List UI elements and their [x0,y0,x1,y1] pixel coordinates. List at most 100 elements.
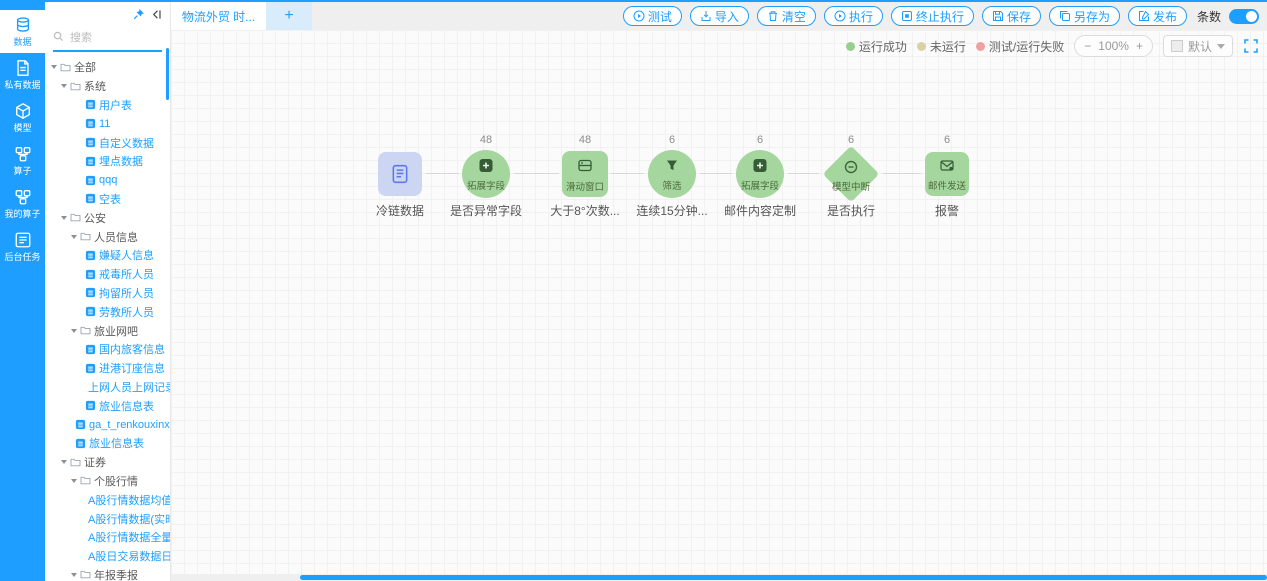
zoom-control: − 100% + [1074,35,1153,57]
data-tree-panel: 全部 系统 用户表 11 自定义数据 埋点数据 qqq 空表 公安 人员信息 嫌… [45,2,171,581]
window-icon [578,159,592,177]
caret-down-icon [61,84,67,88]
canvas-controls: 运行成功 未运行 测试/运行失败 − 100% + 默认 [846,35,1259,57]
tree-table-item[interactable]: 11 [45,114,170,133]
node-label: 报警 [887,202,1007,219]
left-nav-rail: 数据 私有数据 模型 算子 我的算子 后台任务 [0,2,45,581]
stop-icon [901,10,913,22]
test-button[interactable]: 测试 [623,6,682,26]
fullscreen-button[interactable] [1243,38,1259,54]
stop-run-button[interactable]: 终止执行 [891,6,974,26]
table-icon [85,287,96,298]
rail-item-my-operator[interactable]: 我的算子 [0,182,45,225]
toolbar: 测试 导入 清空 执行 终止执行 保存 另存为 发布 条数 [623,2,1267,30]
tab-bar: 物流外贸 时... + 测试 导入 清空 执行 终止执行 保存 另存为 发布 条… [171,2,1267,30]
tree-table-item[interactable]: 埋点数据 [45,152,170,171]
table-icon [75,438,86,449]
tree-folder[interactable]: 旅业网吧 [45,321,170,340]
folder-icon [70,213,81,222]
layout-preset-dropdown[interactable]: 默认 [1163,35,1233,57]
flow-node-expand-field-2[interactable]: 拓展字段 [736,150,784,198]
collapse-panel-icon[interactable] [151,9,162,20]
tree-table-item[interactable]: 用户表 [45,96,170,115]
flow-canvas[interactable]: 运行成功 未运行 测试/运行失败 − 100% + 默认 [171,30,1267,581]
trash-icon [767,10,779,22]
tree-table-item[interactable]: 戒毒所人员 [45,265,170,284]
save-as-button[interactable]: 另存为 [1049,6,1120,26]
document-icon [390,164,410,184]
table-icon [85,137,96,148]
rail-item-background-tasks[interactable]: 后台任务 [0,225,45,268]
table-icon [85,118,96,129]
rows-count-label: 条数 [1197,8,1221,25]
tree-table-item[interactable]: 嫌疑人信息 [45,246,170,265]
save-button[interactable]: 保存 [982,6,1041,26]
node-count: 6 [927,134,967,146]
tree-folder[interactable]: 个股行情 [45,472,170,491]
tree-table-item[interactable]: 国内旅客信息 [45,340,170,359]
canvas-hscroll-thumb[interactable] [300,575,1267,580]
caret-down-icon [51,65,57,69]
rail-item-data[interactable]: 数据 [0,10,45,53]
tree-scrollbar-thumb[interactable] [166,48,169,100]
tree-table-item[interactable]: 劳教所人员 [45,302,170,321]
rail-item-private-data[interactable]: 私有数据 [0,53,45,96]
node-count: 6 [652,134,692,146]
tree-table-item[interactable]: 旅业信息表 [45,396,170,415]
tree-table-item[interactable]: 旅业信息表 [45,434,170,453]
table-icon [85,99,96,110]
table-icon [85,175,96,186]
flow-node-sliding-window[interactable]: 滑动窗口 [562,151,608,197]
zoom-in-button[interactable]: + [1136,39,1143,53]
rail-item-operator[interactable]: 算子 [0,139,45,182]
caret-down-icon [71,329,77,333]
tab-active[interactable]: 物流外贸 时... [171,2,266,30]
flow-node-expand-field[interactable]: 拓展字段 [462,150,510,198]
publish-button[interactable]: 发布 [1128,6,1187,26]
task-list-icon [14,231,32,249]
tree-table-item[interactable]: 进港订座信息 [45,359,170,378]
table-icon [85,156,96,167]
tree-folder[interactable]: 公安 [45,208,170,227]
search-input[interactable] [68,31,158,45]
flow-node-mail-send[interactable]: 邮件发送 [925,152,969,196]
clear-button[interactable]: 清空 [757,6,816,26]
node-count: 48 [565,134,605,146]
flow-link [883,173,921,174]
tree-table-item[interactable]: ga_t_renkouxinx [45,415,170,434]
workflow-editor-app: 数据 私有数据 模型 算子 我的算子 后台任务 [0,0,1267,581]
tree-folder[interactable]: 系统 [45,77,170,96]
pin-icon[interactable] [133,8,145,20]
flow-node-source[interactable] [378,152,422,196]
folder-icon [60,63,71,72]
tree-table-item[interactable]: A股行情数据全量(2分 [45,528,170,547]
tree-folder[interactable]: 人员信息 [45,227,170,246]
tree-table-item[interactable]: 空表 [45,190,170,209]
tree-table-item[interactable]: 上网人员上网记录 [45,378,170,397]
tree-table-item[interactable]: A股行情数据(实时) [45,509,170,528]
tree-folder[interactable]: 年报季报 [45,566,170,581]
tree-table-item[interactable]: 自定义数据 [45,133,170,152]
toggle-knob [1246,11,1257,22]
rail-item-model[interactable]: 模型 [0,96,45,139]
tree-table-item[interactable]: qqq [45,171,170,190]
tree-table-item[interactable]: A股行情数据均值(日线 [45,490,170,509]
tree-table-item[interactable]: 拘留所人员 [45,284,170,303]
rows-count-toggle[interactable] [1229,9,1259,24]
search-icon [53,29,64,47]
folder-icon [70,458,81,467]
zoom-out-button[interactable]: − [1084,39,1091,53]
tree-panel-header [45,2,170,24]
run-button[interactable]: 执行 [824,6,883,26]
import-button[interactable]: 导入 [690,6,749,26]
flow-link [514,173,559,174]
folder-icon [80,232,91,241]
save-as-icon [1059,10,1071,22]
tree-folder[interactable]: 证券 [45,453,170,472]
add-tab-button[interactable]: + [266,2,312,30]
preset-label: 默认 [1188,38,1212,55]
tree-table-item[interactable]: A股日交易数据日线) [45,547,170,566]
tree-folder[interactable]: 全部 [45,58,170,77]
tree-list: 全部 系统 用户表 11 自定义数据 埋点数据 qqq 空表 公安 人员信息 嫌… [45,56,170,581]
flow-node-filter[interactable]: 筛选 [648,150,696,198]
